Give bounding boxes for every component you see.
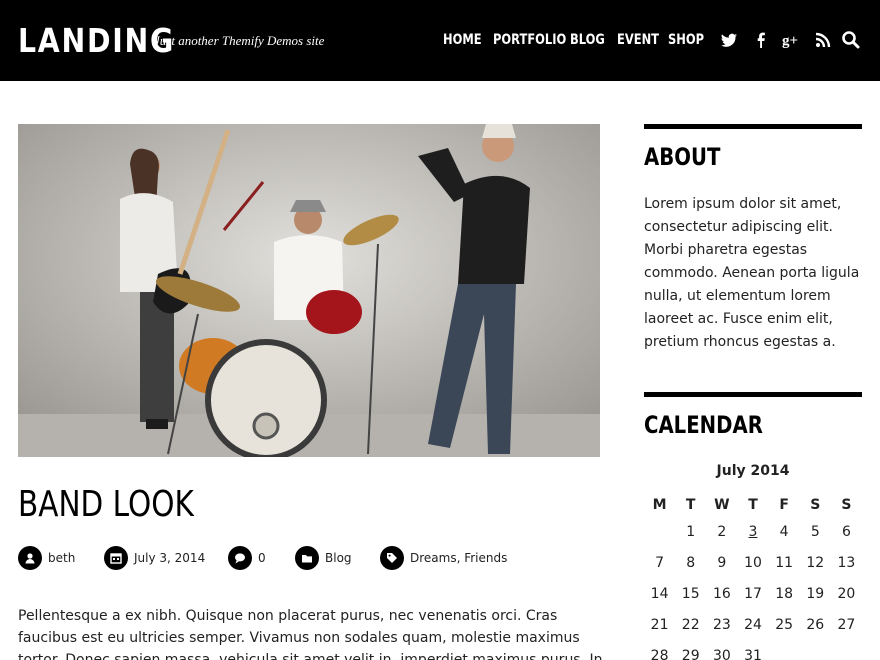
calendar-table: MTWTFSS 1 2 3 4 5 6 7 8 9 10 11 12 13 14 15 16 17 18 19 20 2…	[644, 494, 862, 660]
calendar-weekday: T	[748, 497, 758, 513]
calendar-week-row: 1 234 5 6	[644, 516, 862, 547]
post-featured-image[interactable]	[18, 124, 600, 457]
calendar-day: 5	[810, 523, 820, 540]
post-tags[interactable]: Dreams, Friends	[380, 546, 507, 570]
calendar-day: 18	[775, 585, 794, 602]
calendar-weekday: T	[685, 497, 696, 513]
site-logo[interactable]: LANDING	[18, 21, 175, 60]
calendar-day: 21	[650, 616, 669, 633]
user-icon	[18, 546, 42, 570]
post-category-link[interactable]: Blog	[325, 551, 352, 565]
about-widget-rule	[644, 124, 862, 129]
calendar-weekday: F	[779, 497, 789, 513]
calendar-day: 12	[806, 554, 825, 571]
calendar-day: 24	[744, 616, 762, 633]
calendar-day: 4	[779, 523, 789, 540]
comment-icon	[228, 546, 252, 570]
post-meta: beth July 3, 2014 0 Blog Dreams, Friends	[18, 546, 608, 570]
facebook-icon[interactable]	[751, 30, 771, 50]
calendar-day: 10	[744, 554, 762, 571]
svg-text:g+: g+	[782, 33, 798, 49]
calendar-day: 1	[686, 523, 696, 540]
post-date: July 3, 2014	[104, 546, 205, 570]
post-comment-count[interactable]: 0	[258, 551, 266, 565]
calendar-day: 17	[744, 585, 762, 602]
calendar-day: 14	[650, 585, 669, 602]
calendar-day: 28	[650, 647, 669, 660]
post-author[interactable]: beth	[18, 546, 75, 570]
tag-icon	[380, 546, 404, 570]
calendar-day: 2	[717, 523, 727, 540]
google-plus-icon[interactable]: g+	[782, 30, 802, 50]
calendar-day: 29	[681, 647, 700, 660]
site-header: LANDING Just another Themify Demos site …	[0, 0, 880, 81]
calendar-day: 8	[686, 554, 696, 571]
calendar-week-row: 14 15 16 17 18 19 20	[644, 578, 862, 609]
calendar-day	[800, 640, 831, 660]
calendar-body: 1 2 3 4 5 6 7 8 9 10 11 12 13 14 15 16 17 18 19 20 21 22 23 24 2…	[644, 516, 862, 660]
calendar-day: 20	[837, 585, 856, 602]
calendar-week-row: 28 29 30 31	[644, 640, 862, 660]
calendar-day	[831, 640, 862, 660]
calendar-day: 16	[712, 585, 731, 602]
calendar-day	[769, 640, 800, 660]
nav-item-portfolio[interactable]: PORTFOLIO	[493, 32, 566, 48]
calendar-day: 27	[837, 616, 856, 633]
calendar-caption: July 2014	[716, 463, 790, 479]
calendar-day: 13	[837, 554, 856, 571]
calendar-week-row: 21 22 23 24 25 26 27	[644, 609, 862, 640]
post-author-name[interactable]: beth	[48, 551, 75, 565]
calendar-week-row: 7 8 9 10 11 12 13	[644, 547, 862, 578]
calendar-day: 26	[806, 616, 825, 633]
post-date-text: July 3, 2014	[134, 551, 206, 565]
post-comments[interactable]: 0	[228, 546, 266, 570]
rss-icon[interactable]	[813, 30, 833, 50]
calendar-weekday-row: MTWTFSS	[644, 494, 862, 516]
calendar-day-link[interactable]: 3	[737, 516, 768, 547]
calendar-day: 25	[775, 616, 794, 633]
calendar-day: 7	[655, 554, 665, 571]
calendar-widget-title: CALENDAR	[644, 411, 763, 439]
calendar-day: 22	[681, 616, 700, 633]
calendar-day: 23	[712, 616, 731, 633]
calendar-icon	[104, 546, 128, 570]
calendar-day: 9	[717, 554, 727, 571]
post-category[interactable]: Blog	[295, 546, 352, 570]
calendar-weekday: S	[810, 497, 821, 513]
post-title[interactable]: BAND LOOK	[18, 484, 194, 525]
search-icon[interactable]	[841, 30, 861, 50]
calendar-day: 6	[841, 523, 851, 540]
post-tags-links[interactable]: Dreams, Friends	[410, 551, 507, 565]
about-widget-title: ABOUT	[644, 143, 721, 171]
post-excerpt: Pellentesque a ex nibh. Quisque non plac…	[18, 608, 603, 660]
folder-icon	[295, 546, 319, 570]
calendar-weekday: S	[841, 497, 852, 513]
twitter-icon[interactable]	[719, 30, 739, 50]
nav-item-shop[interactable]: SHOP	[668, 32, 704, 48]
calendar-weekday: W	[714, 497, 730, 513]
calendar-day	[644, 516, 675, 547]
calendar-day: 30	[712, 647, 731, 660]
calendar-widget-rule	[644, 392, 862, 397]
nav-item-home[interactable]: HOME	[443, 32, 482, 48]
calendar-weekday: M	[652, 497, 667, 513]
site-tagline: Just another Themify Demos site	[154, 33, 325, 48]
calendar-day: 11	[775, 554, 794, 571]
nav-item-blog[interactable]: BLOG	[570, 32, 605, 48]
calendar-day: 19	[806, 585, 825, 602]
nav-item-event[interactable]: EVENT	[617, 32, 659, 48]
about-widget-text: Lorem ipsum dolor sit amet, consectetur …	[644, 196, 860, 350]
calendar-day: 15	[681, 585, 700, 602]
calendar-day: 31	[744, 647, 762, 660]
